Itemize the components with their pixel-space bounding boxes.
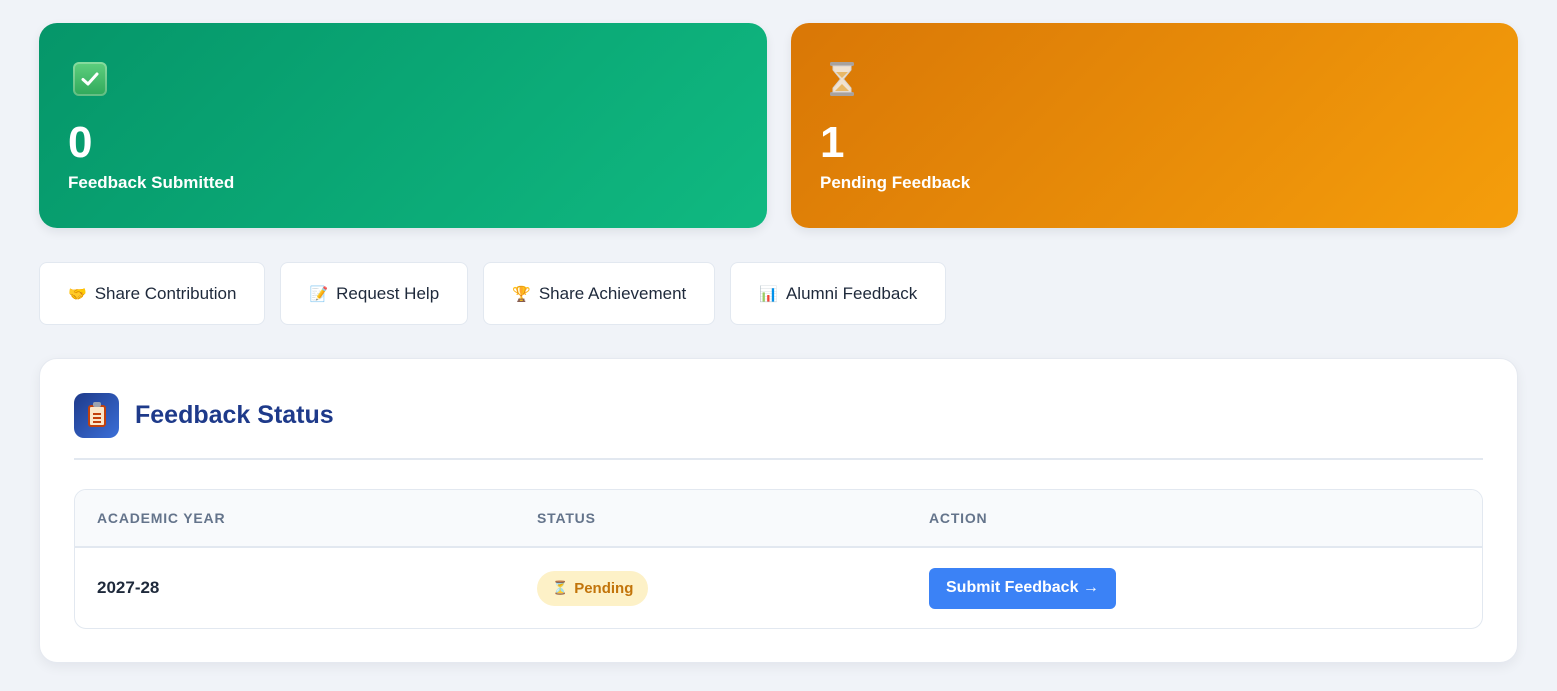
academic-year-cell: 2027-28	[97, 578, 160, 597]
feedback-submitted-label: Feedback Submitted	[68, 173, 235, 192]
table-header: ACADEMIC YEAR STATUS ACTION	[75, 490, 1482, 548]
memo-icon: 📝	[309, 284, 329, 303]
status-badge: ⏳ Pending	[537, 570, 649, 606]
feedback-submitted-card: 0 Feedback Submitted	[39, 23, 767, 228]
dashboard-page: 0 Feedback Submitted 1 Pending Feedback …	[0, 0, 1557, 691]
panel-header: Feedback Status	[74, 393, 334, 438]
panel-title: Feedback Status	[135, 401, 334, 429]
clipboard-icon	[74, 393, 119, 438]
trophy-icon: 🏆	[512, 284, 531, 303]
check-mark-icon	[72, 61, 108, 97]
share-achievement-label: Share Achievement	[538, 283, 687, 303]
header-action: ACTION	[929, 510, 988, 526]
hourglass-icon	[824, 61, 860, 97]
share-contribution-button[interactable]: 🤝 Share Contribution	[39, 262, 266, 325]
request-help-button[interactable]: 📝 Request Help	[280, 262, 469, 325]
pending-feedback-label: Pending Feedback	[820, 173, 971, 192]
hourglass-icon: ⏳	[552, 580, 569, 596]
panel-divider	[74, 458, 1483, 460]
quick-actions: 🤝 Share Contribution 📝 Request Help 🏆 Sh…	[39, 262, 947, 325]
header-academic-year: ACADEMIC YEAR	[97, 510, 226, 526]
pending-feedback-count: 1	[820, 118, 845, 167]
status-text: Pending	[574, 579, 634, 597]
table-row: 2027-28 ⏳ Pending Submit Feedback →	[75, 548, 1482, 628]
feedback-status-table: ACADEMIC YEAR STATUS ACTION 2027-28 ⏳ Pe…	[74, 489, 1483, 629]
handshake-icon: 🤝	[68, 284, 87, 303]
feedback-submitted-count: 0	[68, 118, 93, 167]
header-status: STATUS	[537, 510, 596, 526]
feedback-status-panel: Feedback Status ACADEMIC YEAR STATUS ACT…	[39, 358, 1518, 663]
share-contribution-label: Share Contribution	[94, 283, 237, 303]
stats-row: 0 Feedback Submitted 1 Pending Feedback	[39, 23, 1518, 228]
pending-feedback-card: 1 Pending Feedback	[791, 23, 1518, 228]
share-achievement-button[interactable]: 🏆 Share Achievement	[483, 262, 716, 325]
bar-chart-icon: 📊	[759, 284, 778, 303]
alumni-feedback-button[interactable]: 📊 Alumni Feedback	[730, 262, 947, 325]
request-help-label: Request Help	[336, 283, 440, 303]
submit-feedback-button[interactable]: Submit Feedback →	[929, 567, 1116, 609]
alumni-feedback-label: Alumni Feedback	[785, 283, 918, 303]
